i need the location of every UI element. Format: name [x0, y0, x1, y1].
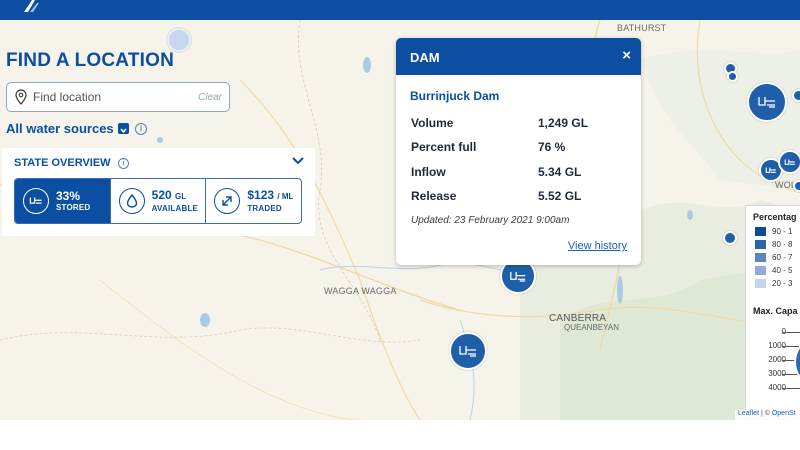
map-attribution: Leaflet | © OpenSt [735, 410, 800, 420]
stat-unit: / ML [277, 192, 294, 201]
dam-marker[interactable] [747, 82, 787, 122]
dam-icon [23, 188, 49, 214]
state-overview-title: STATE OVERVIEW [14, 157, 111, 169]
map-legend: Percentag 90 - 1 80 - 8 60 - 7 40 - 5 20… [745, 205, 800, 411]
stat-label: STORED [56, 203, 91, 212]
legend-swatch [755, 265, 766, 275]
legend-range-label: 80 - 8 [772, 239, 793, 249]
legend-range: 80 - 8 [755, 239, 792, 249]
trade-arrows-icon [214, 188, 241, 214]
legend-range: 60 - 7 [755, 252, 792, 262]
updated-timestamp: Updated: 23 February 2021 9:00am [411, 215, 570, 226]
state-stats: 33% STORED 520 GL AVAILABLE $123 / ML TR… [14, 178, 302, 224]
stat-label: AVAILABLE [151, 204, 199, 213]
dam-icon [758, 97, 775, 108]
dam-icon [510, 271, 526, 282]
attribution-separator: | © [759, 410, 772, 417]
location-pin-icon [15, 89, 27, 105]
search-box[interactable]: Clear [6, 82, 230, 112]
inflow-value: 5.34 GL [538, 165, 582, 179]
legend-range: 20 - 3 [755, 278, 792, 288]
popup-title: DAM [410, 50, 440, 65]
volume-value: 1,249 GL [538, 116, 589, 130]
dam-marker[interactable] [449, 332, 487, 370]
search-input[interactable] [33, 88, 183, 106]
state-overview-panel: STATE OVERVIEW i 33% STORED 520 GL AVAIL… [2, 148, 315, 236]
percent-full-value: 76 % [538, 140, 566, 154]
find-location-title: FIND A LOCATION [6, 50, 174, 71]
dam-marker[interactable] [723, 231, 737, 245]
legend-range-label: 90 - 1 [772, 226, 793, 236]
legend-range-label: 60 - 7 [772, 252, 793, 262]
dam-icon [784, 159, 795, 165]
dam-marker[interactable] [778, 150, 800, 174]
stat-unit: GL [175, 192, 187, 201]
legend-range-label: 40 - 5 [772, 265, 793, 275]
dam-popup: DAM × Burrinjuck Dam Volume 1,249 GL Per… [396, 38, 641, 265]
info-icon[interactable]: i [118, 158, 129, 169]
leaflet-link[interactable]: Leaflet [738, 410, 759, 417]
legend-percentage-title: Percentag [753, 212, 797, 222]
stat-value: $123 [247, 188, 275, 202]
legend-range-label: 20 - 3 [772, 278, 793, 288]
stat-value: 33% [56, 189, 81, 203]
view-history-link[interactable]: View history [568, 240, 627, 252]
water-source-filter-label[interactable]: All water sources [6, 121, 114, 136]
dam-marker[interactable] [793, 180, 800, 192]
percent-full-label: Percent full [411, 140, 477, 154]
popup-header: DAM × [396, 38, 641, 75]
legend-swatch [755, 278, 766, 288]
stat-available[interactable]: 520 GL AVAILABLE [111, 179, 207, 223]
legend-range: 40 - 5 [755, 265, 792, 275]
dam-icon [765, 167, 776, 173]
stat-traded[interactable]: $123 / ML TRADED [206, 179, 301, 223]
dam-marker[interactable] [792, 89, 800, 102]
close-icon[interactable]: × [622, 47, 631, 64]
dam-name: Burrinjuck Dam [410, 89, 500, 103]
stat-stored[interactable]: 33% STORED [15, 179, 111, 223]
stat-label: TRADED [247, 204, 282, 213]
capacity-guide-line [782, 332, 800, 333]
water-drop-icon [118, 188, 145, 214]
legend-capacity-title: Max. Capa [753, 306, 798, 316]
release-label: Release [411, 189, 457, 203]
dam-marker[interactable] [727, 71, 738, 82]
map-label-bathurst: BATHURST [617, 23, 667, 33]
legend-swatch [755, 239, 766, 249]
map-label-wagga-wagga: WAGGA WAGGA [324, 286, 397, 296]
brand-logo-icon[interactable] [22, 0, 44, 12]
info-icon[interactable]: i [135, 123, 147, 135]
map-label-queanbeyan: QUEANBEYAN [564, 323, 619, 332]
inflow-label: Inflow [411, 165, 446, 179]
legend-range: 90 - 1 [755, 226, 792, 236]
stat-value: 520 [151, 188, 172, 202]
top-bar [0, 0, 800, 20]
capacity-guide-line [782, 388, 800, 389]
legend-swatch [755, 252, 766, 262]
chevron-down-icon[interactable] [291, 155, 305, 167]
dam-marker[interactable] [167, 28, 191, 52]
water-source-dropdown[interactable] [118, 123, 129, 134]
dam-icon [459, 346, 476, 357]
openstreetmap-link[interactable]: OpenSt [772, 410, 796, 417]
chevron-down-icon [120, 128, 127, 134]
volume-label: Volume [411, 116, 454, 130]
legend-swatch [755, 226, 766, 236]
clear-button[interactable]: Clear [198, 92, 222, 103]
release-value: 5.52 GL [538, 189, 582, 203]
